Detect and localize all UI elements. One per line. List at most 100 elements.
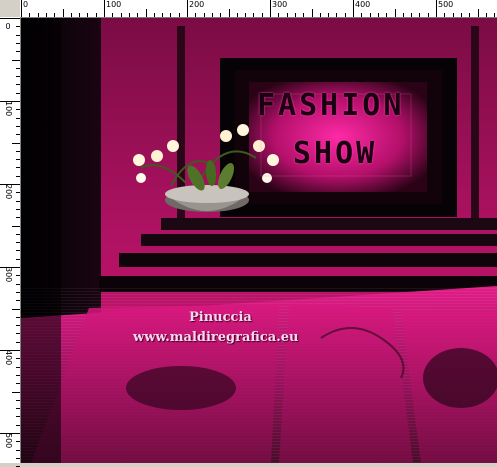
ruler-label-400: 400 [355,0,371,9]
ruler-tick [270,0,271,17]
ruler-tick [21,0,22,17]
ruler-tick [16,457,20,459]
fashion-show-scene [21,18,497,463]
ruler-tick [12,142,20,144]
ruler-tick [203,13,205,17]
ruler-tick [16,275,20,277]
ruler-tick [16,374,20,376]
ruler-tick [16,117,20,119]
ruler-tick [16,408,20,410]
ruler-label-text: 500 [4,433,13,449]
ruler-tick [195,13,197,17]
stair-step-1 [161,218,497,230]
ruler-label-0: 0 [23,0,29,9]
watermark-url: www.maldiregrafica.eu [133,330,299,345]
ruler-label-500: 500 [438,0,454,9]
logo-show: SHOW [293,136,378,171]
ruler-tick [16,233,20,235]
ruler-label-300-v: 300 [4,267,13,284]
ruler-tick [128,13,130,17]
ruler-tick [411,13,413,17]
ruler-tick [494,13,496,17]
ruler-tick [70,13,72,17]
ruler-tick [16,383,20,385]
ruler-tick [436,0,437,17]
ruler-label-text: 200 [4,184,13,200]
logo-fashion: FASHION [257,88,405,123]
image-canvas[interactable]: FASHION SHOW Pinuccia www.maldiregrafica… [21,18,497,463]
ruler-tick [16,192,20,194]
ruler-tick [286,13,288,17]
ruler-tick [427,13,429,17]
ruler-label-0-v: 0 [4,23,12,31]
ruler-tick [294,13,296,17]
ruler-tick [45,13,47,17]
ruler-tick [16,84,20,86]
ruler-tick [328,13,330,17]
ruler-tick [444,13,446,17]
ruler-label-100-v: 100 [4,101,13,118]
ruler-tick [16,341,20,343]
ruler-tick [16,134,20,136]
ruler-tick [303,13,305,17]
ruler-tick [477,9,479,17]
ruler-tick [16,258,20,260]
ruler-tick [112,13,114,17]
ruler-tick [87,13,89,17]
ruler-tick [16,26,20,28]
ruler-tick [153,13,155,17]
ruler-tick [187,0,188,17]
ruler-tick [344,13,346,17]
ruler-tick [369,13,371,17]
ruler-tick [394,9,396,17]
ruler-tick [16,250,20,252]
ruler-tick [311,9,313,17]
ruler-tick [16,441,20,443]
ruler-tick [228,9,230,17]
ruler-tick [16,167,20,169]
stair-step-3 [119,253,497,267]
ruler-tick [16,67,20,69]
ruler-tick [16,51,20,53]
ruler-tick [16,175,20,177]
ruler-tick [12,308,20,310]
ruler-label-500-v: 500 [4,433,13,450]
stair-step-2 [141,234,497,246]
ruler-tick [0,433,20,434]
ruler-tick [137,13,139,17]
ruler-label-400-v: 400 [4,350,13,367]
ruler-tick [120,13,122,17]
ruler-label-200: 200 [189,0,205,9]
ruler-tick [16,291,20,293]
ruler-tick [0,18,20,19]
ruler-tick [469,13,471,17]
ruler-tick [16,449,20,451]
ruler-tick [16,242,20,244]
ruler-tick [178,13,180,17]
ruler-tick [162,13,164,17]
ruler-tick [0,350,20,351]
ruler-tick [16,150,20,152]
ruler-tick [54,13,56,17]
watermark-name: Pinuccia [189,310,252,325]
ruler-tick [278,13,280,17]
ruler-tick [460,13,462,17]
ruler-tick [16,316,20,318]
ruler-tick [104,0,105,17]
ruler-label-text: 300 [4,267,13,283]
ruler-tick [0,101,20,102]
ruler-tick [37,13,39,17]
vertical-ruler[interactable]: 0 100 200 300 400 500 [0,17,21,467]
horizontal-ruler[interactable]: 0 100 200 300 400 500 [20,0,497,18]
ruler-label-text: 100 [4,101,13,117]
ruler-tick [16,76,20,78]
ruler-tick [386,13,388,17]
ruler-tick [16,217,20,219]
ruler-tick [220,13,222,17]
ruler-tick [16,42,20,44]
floor-shadow-right [423,348,497,408]
ruler-tick [16,399,20,401]
ruler-tick [12,59,20,61]
ruler-tick [319,13,321,17]
ruler-tick [145,9,147,17]
